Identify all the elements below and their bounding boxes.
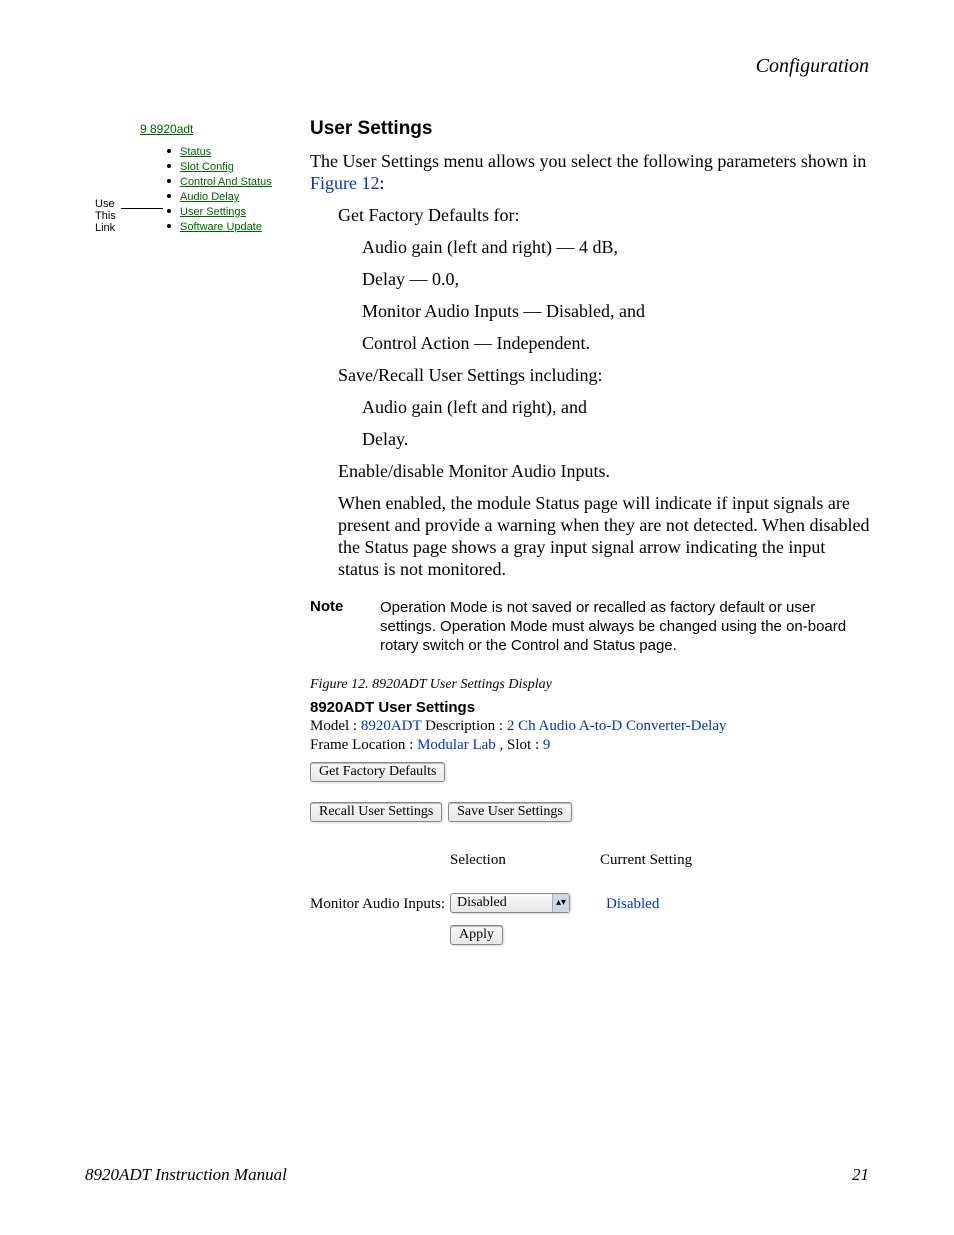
recall-user-settings-button[interactable]: Recall User Settings (310, 802, 442, 822)
monitor-audio-select[interactable]: Disabled ▴▾ (450, 893, 570, 913)
nav-sidebar: 9 8920adt Use This Link Status Slot Conf… (95, 122, 290, 234)
monitor-audio-row: Monitor Audio Inputs: Disabled ▴▾ Disabl… (310, 893, 870, 913)
note-block: Note Operation Mode is not saved or reca… (310, 598, 870, 655)
page-footer: 8920ADT Instruction Manual 21 (85, 1165, 869, 1185)
footer-manual-title: 8920ADT Instruction Manual (85, 1165, 287, 1185)
group-lead: Get Factory Defaults for: (338, 204, 870, 226)
label-text: Frame Location : (310, 737, 417, 753)
figure-reference-link[interactable]: Figure 12 (310, 173, 380, 193)
frame-location-link[interactable]: Modular Lab (417, 737, 496, 753)
intro-text: The User Settings menu allows you select… (310, 151, 866, 171)
main-content: User Settings The User Settings menu all… (310, 118, 870, 951)
ui-location-line: Frame Location : Modular Lab , Slot : 9 (310, 737, 870, 754)
group-text: When enabled, the module Status page wil… (338, 492, 870, 580)
current-setting-value: Disabled (600, 896, 659, 912)
current-setting-header: Current Setting (600, 852, 750, 869)
intro-text: : (380, 173, 385, 193)
sidebar-item-audio-delay[interactable]: Audio Delay (180, 191, 239, 203)
sidebar-item-user-settings[interactable]: User Settings (180, 206, 246, 218)
list-item: Monitor Audio Inputs — Disabled, and (362, 300, 870, 322)
list-item: Delay — 0.0, (362, 268, 870, 290)
model-link[interactable]: 8920ADT (361, 718, 422, 734)
ui-panel-title: 8920ADT User Settings (310, 699, 870, 716)
selection-header: Selection (450, 852, 600, 869)
section-heading: User Settings (310, 118, 870, 140)
footer-page-number: 21 (852, 1165, 869, 1185)
page-header-section: Configuration (756, 55, 869, 78)
list-item: Control Action — Independent. (362, 332, 870, 354)
sidebar-item-slot-config[interactable]: Slot Config (180, 161, 234, 173)
note-label: Note (310, 598, 380, 615)
save-user-settings-button[interactable]: Save User Settings (448, 802, 572, 822)
ui-model-line: Model : 8920ADT Description : 2 Ch Audio… (310, 718, 870, 735)
get-factory-defaults-button[interactable]: Get Factory Defaults (310, 762, 445, 782)
description-link[interactable]: 2 Ch Audio A-to-D Converter-Delay (507, 718, 727, 734)
group-text: Enable/disable Monitor Audio Inputs. (338, 460, 870, 482)
select-value: Disabled (451, 895, 552, 911)
label-text: , Slot : (496, 737, 543, 753)
updown-icon: ▴▾ (552, 894, 569, 912)
column-headers: Selection Current Setting (310, 852, 870, 869)
sidebar-item-control-and-status[interactable]: Control And Status (180, 176, 272, 188)
user-settings-display: 8920ADT User Settings Model : 8920ADT De… (310, 699, 870, 951)
sidebar-top-link[interactable]: 9 8920adt (140, 122, 193, 136)
apply-button[interactable]: Apply (450, 925, 503, 945)
list-item: Delay. (362, 428, 870, 450)
group-lead: Save/Recall User Settings including: (338, 364, 870, 386)
label-text: Model : (310, 718, 361, 734)
intro-paragraph: The User Settings menu allows you select… (310, 150, 870, 194)
row-label: Monitor Audio Inputs: (310, 896, 450, 913)
sidebar-item-software-update[interactable]: Software Update (180, 221, 262, 233)
label-text: Description : (421, 718, 506, 734)
list-item: Audio gain (left and right) — 4 dB, (362, 236, 870, 258)
list-item: Audio gain (left and right), and (362, 396, 870, 418)
note-text: Operation Mode is not saved or recalled … (380, 598, 870, 655)
slot-link[interactable]: 9 (543, 737, 551, 753)
figure-caption: Figure 12. 8920ADT User Settings Display (310, 677, 870, 693)
sidebar-item-status[interactable]: Status (180, 146, 211, 158)
